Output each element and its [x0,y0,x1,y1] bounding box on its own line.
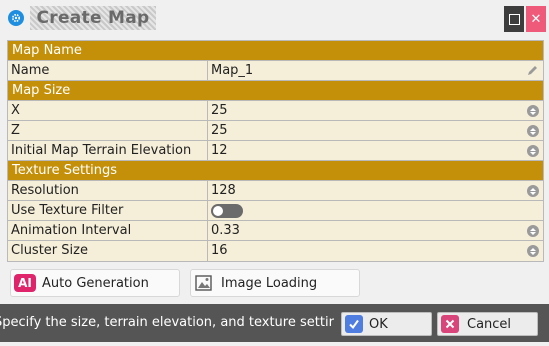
image-loading-button[interactable]: Image Loading [190,269,360,297]
row-elevation[interactable]: Initial Map Terrain Elevation 12 [8,141,543,161]
row-x[interactable]: X 25 [8,101,543,121]
cluster-size-field[interactable]: 16 [208,241,543,261]
maximize-button[interactable] [504,6,524,32]
cluster-size-label: Cluster Size [8,241,208,261]
auto-generation-button[interactable]: AI Auto Generation [10,269,180,297]
resolution-label: Resolution [8,181,208,200]
row-cluster-size[interactable]: Cluster Size 16 [8,241,543,261]
gear-icon [8,10,24,26]
texture-filter-toggle[interactable] [211,204,243,218]
pencil-icon[interactable] [526,64,539,77]
section-map-size: Map Size [8,81,543,101]
name-value: Map_1 [211,63,254,78]
ok-button[interactable]: OK [341,312,432,336]
cancel-button[interactable]: Cancel [437,312,538,336]
resolution-field[interactable]: 128 [208,181,543,200]
z-label: Z [8,121,208,140]
x-icon [441,315,459,333]
resolution-value: 128 [211,183,236,198]
auto-generation-label: Auto Generation [42,275,149,291]
spinner-icon[interactable] [527,185,539,197]
checkmark-icon [345,315,363,333]
texture-filter-label: Use Texture Filter [8,201,208,220]
spinner-icon[interactable] [527,145,539,157]
ai-icon: AI [14,274,36,292]
texture-filter-field [208,201,543,220]
title-bar: Create Map ✕ [0,0,549,36]
row-z[interactable]: Z 25 [8,121,543,141]
maximize-icon [508,13,520,25]
image-icon [195,275,212,291]
z-value: 25 [211,123,228,138]
cluster-size-value: 16 [211,243,228,258]
row-resolution[interactable]: Resolution 128 [8,181,543,201]
x-label: X [8,101,208,120]
row-name[interactable]: Name Map_1 [8,61,543,81]
elevation-value: 12 [211,143,228,158]
image-loading-label: Image Loading [221,275,318,291]
cancel-label: Cancel [467,316,512,332]
x-field[interactable]: 25 [208,101,543,120]
status-message: Specify the size, terrain elevation, and… [0,315,334,330]
name-field[interactable]: Map_1 [208,61,543,80]
animation-interval-field[interactable]: 0.33 [208,221,543,240]
z-field[interactable]: 25 [208,121,543,140]
spinner-icon[interactable] [527,105,539,117]
spinner-icon[interactable] [527,245,539,257]
section-map-name: Map Name [8,41,543,61]
x-value: 25 [211,103,228,118]
close-icon: ✕ [530,11,542,27]
name-label: Name [8,61,208,80]
section-texture-settings: Texture Settings [8,161,543,181]
toggle-knob [213,206,223,216]
ok-label: OK [369,316,388,332]
window-title: Create Map [30,6,156,30]
animation-interval-value: 0.33 [211,223,240,238]
property-grid: Map Name Name Map_1 Map Size X 25 Z 25 I… [7,40,544,262]
elevation-label: Initial Map Terrain Elevation [8,141,208,160]
status-bar: Specify the size, terrain elevation, and… [0,304,549,342]
row-animation-interval[interactable]: Animation Interval 0.33 [8,221,543,241]
spinner-icon[interactable] [527,225,539,237]
elevation-field[interactable]: 12 [208,141,543,160]
animation-interval-label: Animation Interval [8,221,208,240]
row-texture-filter[interactable]: Use Texture Filter [8,201,543,221]
spinner-icon[interactable] [527,125,539,137]
close-button[interactable]: ✕ [526,6,546,32]
